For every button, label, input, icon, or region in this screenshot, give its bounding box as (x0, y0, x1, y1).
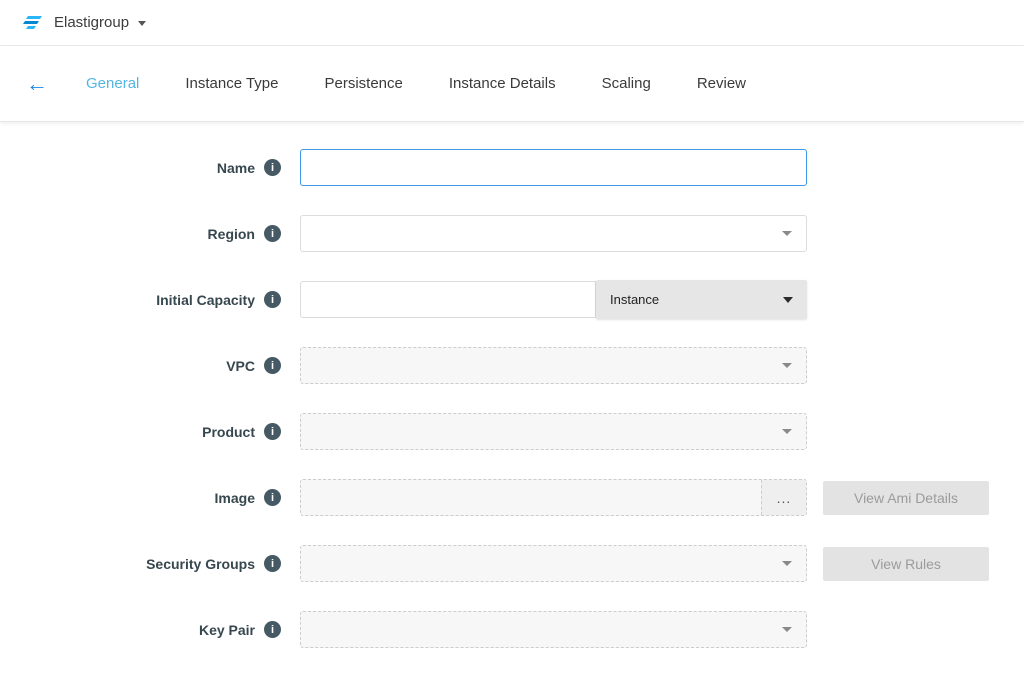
vpc-label: VPC (226, 358, 255, 374)
key-pair-label: Key Pair (199, 622, 255, 638)
region-label: Region (208, 226, 255, 242)
tab-scaling[interactable]: Scaling (602, 75, 651, 92)
region-row: Region i (0, 215, 1024, 252)
info-icon[interactable]: i (264, 291, 281, 308)
info-icon[interactable]: i (264, 555, 281, 572)
image-label: Image (215, 490, 255, 506)
top-bar: Elastigroup (0, 0, 1024, 46)
brand-name: Elastigroup (54, 14, 129, 31)
image-row: Image i ... View Ami Details (0, 479, 1024, 516)
view-rules-button[interactable]: View Rules (823, 547, 989, 581)
product-label: Product (202, 424, 255, 440)
region-select[interactable] (300, 215, 807, 252)
chevron-down-icon (138, 21, 146, 26)
tab-instance-details[interactable]: Instance Details (449, 75, 556, 92)
tab-review[interactable]: Review (697, 75, 746, 92)
brand-switcher[interactable]: Elastigroup (22, 14, 146, 31)
security-groups-row: Security Groups i View Rules (0, 545, 1024, 582)
info-icon[interactable]: i (264, 159, 281, 176)
capacity-unit-value: Instance (610, 292, 659, 307)
chevron-down-icon (782, 429, 792, 434)
initial-capacity-row: Initial Capacity i Instance (0, 281, 1024, 318)
product-select[interactable] (300, 413, 807, 450)
capacity-unit-dropdown[interactable]: Instance (596, 280, 807, 319)
info-icon[interactable]: i (264, 225, 281, 242)
tab-persistence[interactable]: Persistence (325, 75, 403, 92)
view-ami-details-button[interactable]: View Ami Details (823, 481, 989, 515)
vpc-select[interactable] (300, 347, 807, 384)
name-label: Name (217, 160, 255, 176)
elastigroup-logo-icon (22, 15, 44, 31)
info-icon[interactable]: i (264, 357, 281, 374)
chevron-down-icon (782, 627, 792, 632)
chevron-down-icon (783, 297, 793, 303)
wizard-tabs: General Instance Type Persistence Instan… (86, 75, 746, 92)
product-row: Product i (0, 413, 1024, 450)
image-browse-button[interactable]: ... (761, 480, 806, 515)
chevron-down-icon (782, 231, 792, 236)
tab-instance-type[interactable]: Instance Type (185, 75, 278, 92)
wizard-tab-bar: ← General Instance Type Persistence Inst… (0, 46, 1024, 122)
tab-general[interactable]: General (86, 75, 139, 92)
initial-capacity-label: Initial Capacity (156, 292, 255, 308)
info-icon[interactable]: i (264, 621, 281, 638)
chevron-down-icon (782, 363, 792, 368)
image-input[interactable]: ... (300, 479, 807, 516)
back-arrow-icon[interactable]: ← (26, 73, 48, 95)
chevron-down-icon (782, 561, 792, 566)
vpc-row: VPC i (0, 347, 1024, 384)
general-form: Name i Region i Initial Capacity i Inst (0, 122, 1024, 648)
initial-capacity-input[interactable] (300, 281, 596, 318)
name-row: Name i (0, 149, 1024, 186)
key-pair-select[interactable] (300, 611, 807, 648)
name-input[interactable] (300, 149, 807, 186)
info-icon[interactable]: i (264, 423, 281, 440)
key-pair-row: Key Pair i (0, 611, 1024, 648)
security-groups-label: Security Groups (146, 556, 255, 572)
security-groups-select[interactable] (300, 545, 807, 582)
info-icon[interactable]: i (264, 489, 281, 506)
